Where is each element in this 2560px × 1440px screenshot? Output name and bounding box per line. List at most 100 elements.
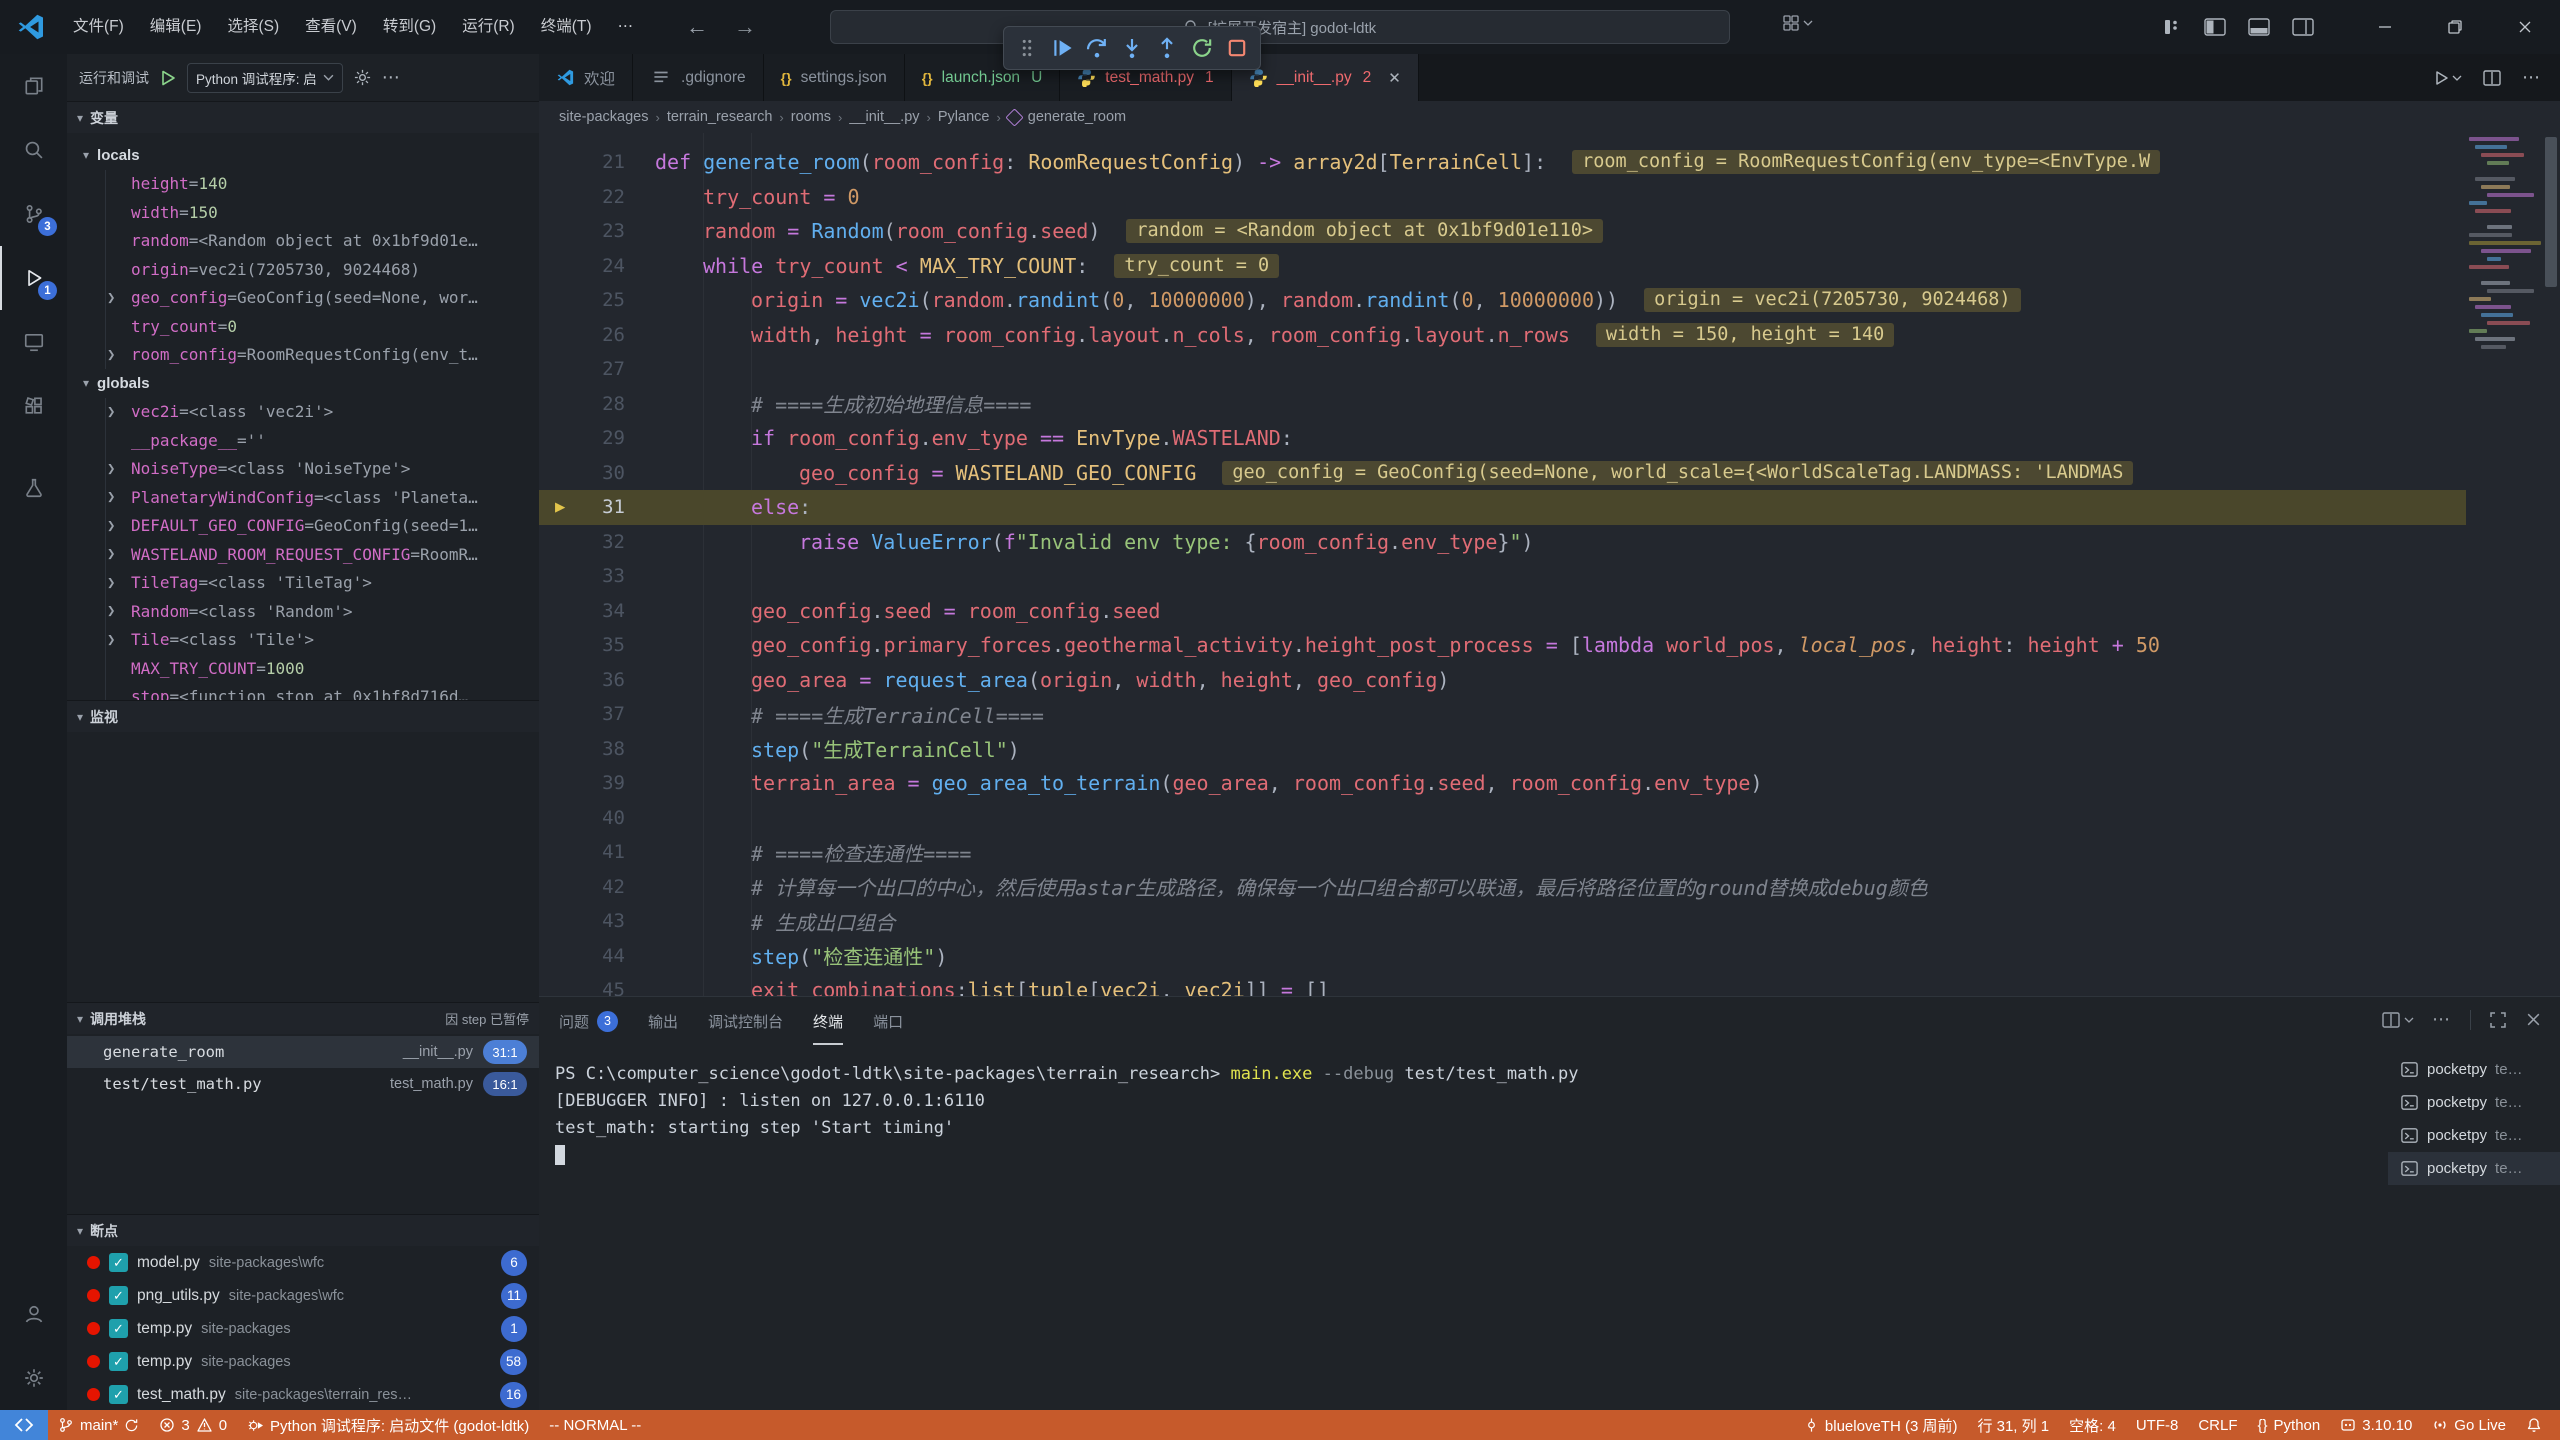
activity-debug-icon[interactable]: 1 [0,246,67,310]
terminal-list-item[interactable]: pocketpyte… [2388,1152,2560,1185]
split-editor-icon[interactable] [2482,68,2502,88]
code-line[interactable]: ▶31else: [539,490,2466,525]
variable-row[interactable]: ❯DEFAULT_GEO_CONFIG = GeoConfig(seed=1… [67,512,539,541]
code-line[interactable]: 41# ====检查连通性==== [539,835,2466,870]
expand-icon[interactable]: ❯ [107,546,115,562]
menu-item[interactable]: 选择(S) [214,0,292,54]
eol-status[interactable]: CRLF [2188,1410,2247,1440]
cursor-position-status[interactable]: 行 31, 列 1 [1967,1410,2059,1440]
continue-button[interactable] [1046,32,1078,64]
tab-.gdignore[interactable]: .gdignore [633,54,764,101]
problems-status[interactable]: 3 0 [149,1410,237,1440]
code-line[interactable]: 43# 生成出口组合 [539,904,2466,939]
callstack-section-header[interactable]: ▾ 调用堆栈 因 step 已暂停 [67,1002,539,1034]
menu-item[interactable]: 运行(R) [449,0,528,54]
code-line[interactable]: 34geo_config.seed = room_config.seed [539,594,2466,629]
debug-session-status[interactable]: Python 调试程序: 启动文件 (godot-ldtk) [237,1410,539,1440]
activity-account-icon[interactable] [0,1282,67,1346]
menu-item[interactable]: ⋯ [605,0,647,54]
expand-icon[interactable]: ❯ [107,575,115,591]
breakpoint-row[interactable]: ✓temp.pysite-packages58 [67,1345,539,1378]
breadcrumb-item[interactable]: Pylance [938,109,990,125]
menu-item[interactable]: 转到(G) [370,0,449,54]
debug-config-select[interactable]: Python 调试程序: 启 [187,63,343,93]
breakpoint-checkbox[interactable]: ✓ [109,1286,128,1305]
minimap[interactable] [2469,137,2541,387]
code-line[interactable]: 21def generate_room(room_config: RoomReq… [539,145,2466,180]
indentation-status[interactable]: 空格: 4 [2059,1410,2126,1440]
expand-icon[interactable]: ❯ [107,603,115,619]
workspace-grid-button[interactable] [1782,14,1813,32]
toggle-panel-icon[interactable] [2248,17,2270,37]
vim-mode-status[interactable]: -- NORMAL -- [539,1410,651,1440]
variable-row[interactable]: MAX_TRY_COUNT = 1000 [67,654,539,683]
breakpoint-checkbox[interactable]: ✓ [109,1385,128,1404]
run-python-file-button[interactable] [2432,69,2462,87]
breakpoint-checkbox[interactable]: ✓ [109,1352,128,1371]
expand-icon[interactable]: ❯ [107,632,115,648]
code-line[interactable]: 35geo_config.primary_forces.geothermal_a… [539,628,2466,663]
expand-icon[interactable]: ❯ [107,347,115,363]
split-terminal-button[interactable] [2381,1010,2414,1030]
variable-row[interactable]: ❯WASTELAND_ROOM_REQUEST_CONFIG = RoomR… [67,540,539,569]
variable-row[interactable]: ❯PlanetaryWindConfig = <class 'Planeta… [67,483,539,512]
activity-extensions-icon[interactable] [0,374,67,438]
terminal-list-item[interactable]: pocketpyte… [2388,1086,2560,1119]
menu-item[interactable]: 文件(F) [60,0,137,54]
variable-row[interactable]: ❯Tile = <class 'Tile'> [67,626,539,655]
code-line[interactable]: 36geo_area = request_area(origin, width,… [539,663,2466,698]
restore-button[interactable] [2420,0,2490,54]
breadcrumb-item[interactable]: terrain_research [667,109,773,125]
code-line[interactable]: 26width, height = room_config.layout.n_c… [539,318,2466,353]
toggle-secondary-sidebar-icon[interactable] [2292,17,2314,37]
customize-layout-icon[interactable] [2162,17,2182,37]
expand-icon[interactable]: ❯ [107,489,115,505]
code-line[interactable]: 29if room_config.env_type == EnvType.WAS… [539,421,2466,456]
variable-row[interactable]: try_count = 0 [67,312,539,341]
terminal-list-item[interactable]: pocketpyte… [2388,1119,2560,1152]
panel-tab-输出[interactable]: 输出 [648,997,678,1045]
code-line[interactable]: 32raise ValueError(f"Invalid env type: {… [539,525,2466,560]
code-line[interactable]: 42# 计算每一个出口的中心，然后使用astar生成路径，确保每一个出口组合都可… [539,870,2466,905]
callstack-frame[interactable]: generate_room__init__.py31:1 [67,1036,539,1068]
variable-row[interactable]: ❯vec2i = <class 'vec2i'> [67,398,539,427]
code-line[interactable]: 40 [539,801,2466,836]
maximize-panel-icon[interactable] [2489,1011,2507,1029]
breadcrumb-item[interactable]: __init__.py [849,109,919,125]
variable-row[interactable]: ❯room_config = RoomRequestConfig(env_t… [67,341,539,370]
menu-item[interactable]: 查看(V) [292,0,370,54]
variable-row[interactable]: ❯geo_config = GeoConfig(seed=None, wor… [67,284,539,313]
close-panel-icon[interactable] [2525,1011,2542,1028]
variable-row[interactable]: origin = vec2i(7205730, 9024468) [67,255,539,284]
more-actions-icon[interactable]: ⋯ [2522,67,2542,88]
more-actions-icon[interactable]: ⋯ [382,67,402,88]
breakpoints-section-header[interactable]: ▾ 断点 [67,1214,539,1246]
step-into-button[interactable] [1116,32,1148,64]
gear-icon[interactable] [353,68,372,87]
notifications-bell[interactable] [2516,1410,2552,1440]
terminal-output[interactable]: PS C:\computer_science\godot-ldtk\site-p… [539,1045,2388,1410]
code-line[interactable]: 44step("检查连通性") [539,939,2466,974]
variables-section-header[interactable]: ▾ 变量 [67,101,539,133]
close-icon[interactable]: ✕ [1388,69,1401,87]
variable-scope-globals[interactable]: ▾globals [67,369,539,398]
tab-欢迎[interactable]: 欢迎 [539,54,633,101]
breakpoint-checkbox[interactable]: ✓ [109,1253,128,1272]
code-line[interactable]: 28# ====生成初始地理信息==== [539,387,2466,422]
breakpoint-row[interactable]: ✓temp.pysite-packages1 [67,1312,539,1345]
code-line[interactable]: 24while try_count < MAX_TRY_COUNT:try_co… [539,249,2466,284]
expand-icon[interactable]: ❯ [107,290,115,306]
activity-gear-icon[interactable] [0,1346,67,1410]
step-out-button[interactable] [1151,32,1183,64]
menu-item[interactable]: 编辑(E) [137,0,215,54]
code-line[interactable]: 39terrain_area = geo_area_to_terrain(geo… [539,766,2466,801]
activity-search-icon[interactable] [0,118,67,182]
nav-forward-icon[interactable]: → [734,14,756,40]
variable-row[interactable]: width = 150 [67,198,539,227]
variable-row[interactable]: ❯NoiseType = <class 'NoiseType'> [67,455,539,484]
encoding-status[interactable]: UTF-8 [2126,1410,2189,1440]
code-line[interactable]: 30geo_config = WASTELAND_GEO_CONFIGgeo_c… [539,456,2466,491]
code-editor[interactable]: 21def generate_room(room_config: RoomReq… [539,133,2560,996]
command-center-search[interactable]: [扩展开发宿主] godot-ldtk [830,10,1730,44]
variable-row[interactable]: height = 140 [67,170,539,199]
